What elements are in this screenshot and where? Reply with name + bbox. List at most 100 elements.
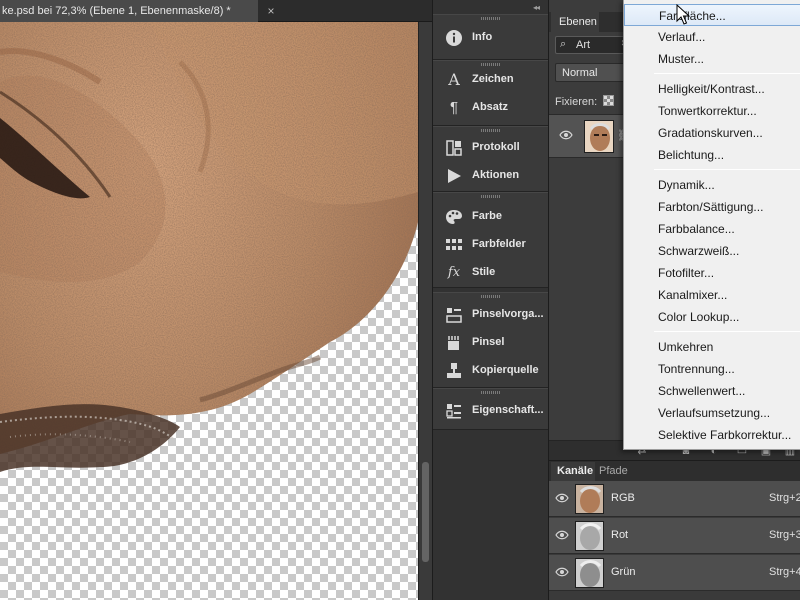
grip-icon[interactable] <box>481 391 501 394</box>
dock-item-eigenschaften[interactable]: Eigenschaft... <box>433 397 549 425</box>
dock-label-kopierquelle: Kopierquelle <box>472 364 539 376</box>
grip-icon[interactable] <box>481 195 501 198</box>
info-icon <box>445 29 463 47</box>
layer-filter-label: Art <box>576 39 591 51</box>
paragraph-icon: ¶ <box>449 99 459 116</box>
channels-panel: Kanäle Pfade RGB Strg+2 Rot Strg+3 Grün … <box>548 460 800 600</box>
dock-label-eigenschaften: Eigenschaft... <box>472 404 544 416</box>
visibility-eye-icon[interactable] <box>555 566 569 580</box>
clone-source-icon <box>445 362 463 380</box>
menu-item-tonwertkorrektur[interactable]: Tonwertkorrektur... <box>624 100 800 122</box>
layer-thumbnail[interactable] <box>584 120 614 153</box>
channel-thumbnail <box>575 521 604 551</box>
menu-item-selektive-farbkorrektur[interactable]: Selektive Farbkorrektur... <box>624 424 800 446</box>
menu-item-farbflaeche[interactable]: Farbfläche... <box>624 4 800 26</box>
scrollbar-thumb[interactable] <box>422 462 429 562</box>
channel-row-rot[interactable]: Rot Strg+3 <box>549 518 800 554</box>
document-tab[interactable]: ke.psd bei 72,3% (Ebene 1, Ebenenmaske/8… <box>0 0 258 22</box>
collapse-dock-icon[interactable]: ◂◂ <box>533 3 540 12</box>
menu-item-helligkeit-kontrast[interactable]: Helligkeit/Kontrast... <box>624 78 800 100</box>
menu-item-fotofilter[interactable]: Fotofilter... <box>624 262 800 284</box>
menu-item-dynamik[interactable]: Dynamik... <box>624 174 800 196</box>
properties-icon <box>445 402 463 420</box>
menu-item-tontrennung[interactable]: Tontrennung... <box>624 358 800 380</box>
menu-item-gradationskurven[interactable]: Gradationskurven... <box>624 122 800 144</box>
channel-row-rgb[interactable]: RGB Strg+2 <box>549 481 800 517</box>
menu-item-verlauf[interactable]: Verlauf... <box>624 26 800 48</box>
dock-label-aktionen: Aktionen <box>472 169 520 181</box>
search-icon: ⌕ <box>560 38 567 50</box>
image-canvas[interactable] <box>0 22 418 600</box>
dock-label-stile: Stile <box>472 266 496 278</box>
blend-mode-value: Normal <box>562 67 598 79</box>
dock-label-pinsel: Pinsel <box>472 336 505 348</box>
menu-separator <box>654 331 800 332</box>
channel-row-gruen[interactable]: Grün Strg+4 <box>549 555 800 591</box>
dock-label-protokoll: Protokoll <box>472 141 520 153</box>
document-vertical-scrollbar[interactable] <box>418 22 432 600</box>
tab-ebenen[interactable]: Ebenen <box>551 12 599 32</box>
menu-separator <box>654 73 800 74</box>
grip-icon[interactable] <box>481 17 501 20</box>
close-tab-icon[interactable]: × <box>264 4 278 18</box>
mouse-pointer-icon <box>676 4 690 25</box>
channel-name: RGB <box>611 492 635 504</box>
channel-thumbnail <box>575 484 604 514</box>
menu-item-farbbalance[interactable]: Farbbalance... <box>624 218 800 240</box>
menu-item-muster[interactable]: Muster... <box>624 48 800 70</box>
actions-play-icon <box>445 167 463 185</box>
channels-tab-bar: Kanäle Pfade <box>549 461 800 481</box>
visibility-eye-icon[interactable] <box>555 492 569 506</box>
dock-item-zeichen[interactable]: A Zeichen <box>433 66 549 94</box>
dock-item-farbe[interactable]: Farbe <box>433 203 549 231</box>
document-tab-bar: ke.psd bei 72,3% (Ebene 1, Ebenenmaske/8… <box>0 0 432 22</box>
dock-label-farbe: Farbe <box>472 210 502 222</box>
history-icon <box>445 139 463 157</box>
dock-item-absatz[interactable]: ¶ Absatz <box>433 94 549 122</box>
layer-filter-select[interactable]: ⌕ Art ⇕ <box>555 36 629 54</box>
dock-item-protokoll[interactable]: Protokoll <box>433 134 549 162</box>
lock-transparency-icon[interactable] <box>603 95 614 106</box>
menu-item-schwellenwert[interactable]: Schwellenwert... <box>624 380 800 402</box>
dock-item-aktionen[interactable]: Aktionen <box>433 162 549 190</box>
dock-item-info[interactable]: Info <box>433 24 549 52</box>
menu-item-kanalmixer[interactable]: Kanalmixer... <box>624 284 800 306</box>
channel-thumbnail <box>575 558 604 588</box>
dock-item-farbfelder[interactable]: Farbfelder <box>433 231 549 259</box>
tab-pfade[interactable]: Pfade <box>599 462 628 481</box>
dock-label-pinselvorgaben: Pinselvorga... <box>472 308 544 320</box>
channel-shortcut: Strg+2 <box>769 492 800 504</box>
menu-item-belichtung[interactable]: Belichtung... <box>624 144 800 166</box>
menu-item-schwarzweiss[interactable]: Schwarzweiß... <box>624 240 800 262</box>
menu-item-verlaufsumsetzung[interactable]: Verlaufsumsetzung... <box>624 402 800 424</box>
character-icon: A <box>448 70 460 89</box>
channel-shortcut: Strg+3 <box>769 529 800 541</box>
dock-group-history: Protokoll Aktionen <box>433 126 549 192</box>
dock-label-absatz: Absatz <box>472 101 509 113</box>
lock-label: Fixieren: <box>555 96 598 108</box>
visibility-eye-icon[interactable] <box>559 129 573 143</box>
menu-item-color-lookup[interactable]: Color Lookup... <box>624 306 800 328</box>
dock-item-stile[interactable]: fx Stile <box>433 259 549 287</box>
dock-item-kopierquelle[interactable]: Kopierquelle <box>433 357 549 385</box>
menu-item-umkehren[interactable]: Umkehren <box>624 336 800 358</box>
dock-group-brush: Pinselvorga... Pinsel Kopierquelle <box>433 292 549 388</box>
tab-kanaele[interactable]: Kanäle <box>551 462 595 481</box>
blend-mode-select[interactable]: Normal <box>555 63 629 82</box>
panel-dock: ◂◂ Info A Zeichen ¶ Absatz Protokoll Akt… <box>432 0 549 600</box>
dock-group-info: Info <box>433 14 549 60</box>
dock-label-info: Info <box>472 31 493 43</box>
dock-item-pinsel[interactable]: Pinsel <box>433 329 549 357</box>
swatches-icon <box>445 236 463 254</box>
dock-item-pinselvorgaben[interactable]: Pinselvorga... <box>433 301 549 329</box>
channel-shortcut: Strg+4 <box>769 566 800 578</box>
styles-fx-icon: fx <box>447 265 461 280</box>
dock-label-zeichen: Zeichen <box>472 73 514 85</box>
color-palette-icon <box>445 208 463 226</box>
grip-icon[interactable] <box>481 129 501 132</box>
face-photo-layer <box>0 22 418 472</box>
menu-item-farbton-saettigung[interactable]: Farbton/Sättigung... <box>624 196 800 218</box>
grip-icon[interactable] <box>481 295 501 298</box>
channel-name: Rot <box>611 529 629 541</box>
visibility-eye-icon[interactable] <box>555 529 569 543</box>
